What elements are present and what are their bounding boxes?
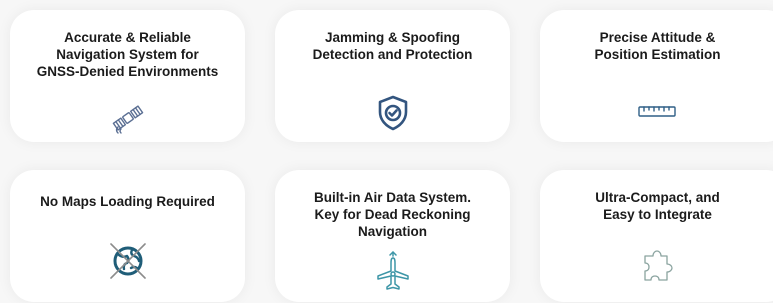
feature-title: Built-in Air Data System. Key for Dead R…: [313, 190, 472, 239]
feature-title: Ultra-Compact, and Easy to Integrate: [595, 190, 720, 222]
feature-card-no-maps: No Maps Loading Required: [10, 170, 245, 302]
feature-title: Accurate & Reliable Navigation System fo…: [36, 30, 219, 79]
feature-card-gnss-denied: Accurate & Reliable Navigation System fo…: [10, 10, 245, 142]
puzzle-icon: [639, 248, 675, 286]
feature-title: Precise Attitude & Position Estimation: [594, 30, 721, 62]
satellite-icon: [108, 98, 148, 138]
shield-check-icon: [375, 94, 411, 132]
feature-card-ultra-compact: Ultra-Compact, and Easy to Integrate: [540, 170, 773, 302]
feature-card-air-data: Built-in Air Data System. Key for Dead R…: [275, 170, 510, 302]
feature-card-jamming-spoofing: Jamming & Spoofing Detection and Protect…: [275, 10, 510, 142]
no-map-globe-icon: [105, 238, 151, 284]
ruler-icon: [637, 104, 677, 120]
feature-card-attitude-position: Precise Attitude & Position Estimation: [540, 10, 773, 142]
plane-direction-icon: [373, 250, 413, 296]
feature-title: Jamming & Spoofing Detection and Protect…: [312, 30, 473, 62]
feature-title: No Maps Loading Required: [40, 194, 215, 209]
